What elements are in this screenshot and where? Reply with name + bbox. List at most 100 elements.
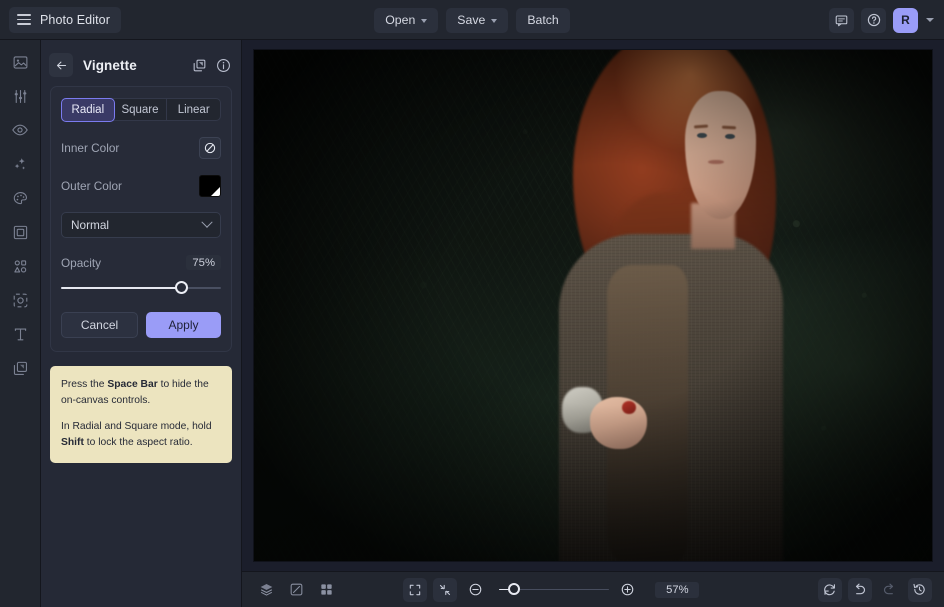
properties-panel: Vignette Radial Square Linear Inner Colo… (41, 40, 242, 607)
layers-icon (13, 361, 27, 375)
history-controls (817, 577, 932, 602)
undo-button[interactable] (847, 577, 872, 602)
rail-item-effects[interactable] (5, 152, 35, 176)
back-button[interactable] (49, 53, 73, 77)
photo-canvas[interactable] (254, 50, 932, 561)
tool-rail (0, 40, 41, 607)
rail-item-focus[interactable] (5, 288, 35, 312)
opacity-slider-handle[interactable] (174, 281, 188, 294)
blend-mode-value: Normal (71, 218, 110, 232)
outer-color-row: Outer Color (61, 175, 221, 197)
inner-color-row: Inner Color (61, 137, 221, 159)
tip-line-1-key: Space Bar (107, 379, 158, 390)
opacity-slider-fill (61, 287, 181, 290)
top-bar-center-actions: Open Save Batch (0, 0, 944, 40)
rail-item-adjustments[interactable] (5, 84, 35, 108)
save-button[interactable]: Save (446, 7, 509, 33)
rail-item-layers[interactable] (5, 356, 35, 380)
help-icon (867, 13, 880, 27)
rail-item-preview[interactable] (5, 118, 35, 142)
no-color-icon (204, 142, 216, 154)
opacity-label: Opacity (61, 255, 101, 270)
apply-button[interactable]: Apply (146, 312, 221, 338)
panel-header: Vignette (41, 46, 241, 84)
shape-option-radial[interactable]: Radial (60, 97, 116, 122)
opacity-value[interactable]: 75% (186, 255, 221, 270)
shapes-icon (13, 259, 26, 272)
tip-line-2-prefix: In Radial and Square mode, hold (61, 420, 212, 432)
zoom-slider[interactable] (499, 582, 610, 597)
chevron-down-icon (421, 18, 428, 23)
panel-header-actions (192, 58, 231, 73)
canvas-area[interactable] (242, 40, 944, 571)
palette-icon (13, 191, 27, 204)
eye-icon (12, 124, 28, 136)
zoom-level-value[interactable]: 57% (655, 581, 700, 598)
opacity-slider[interactable] (61, 281, 221, 295)
top-bar: Photo Editor Open Save Batch R (0, 0, 944, 40)
photo-editor-app: Photo Editor Open Save Batch R Vignette … (0, 0, 944, 607)
tip-line-2-suffix: to lock the aspect ratio. (83, 436, 193, 448)
layers-stack-icon (260, 584, 272, 596)
top-bar-right-actions: R (829, 0, 934, 40)
batch-button-label: Batch (527, 13, 559, 27)
app-title: Photo Editor (40, 12, 110, 27)
comment-icon (835, 15, 848, 26)
help-button[interactable] (861, 7, 886, 33)
rail-item-shapes[interactable] (5, 254, 35, 278)
shape-option-square[interactable]: Square (114, 99, 168, 120)
reset-icon (824, 584, 836, 596)
grid-view-button[interactable] (314, 578, 338, 602)
open-button-label: Open (385, 13, 416, 27)
chevron-down-icon (491, 18, 498, 23)
reset-button[interactable] (817, 577, 842, 602)
info-button[interactable] (216, 58, 231, 73)
zoom-out-icon (469, 583, 482, 596)
user-avatar[interactable]: R (893, 7, 918, 33)
blend-mode-select[interactable]: Normal (61, 212, 221, 238)
compare-button[interactable] (284, 578, 308, 602)
undo-icon (856, 583, 866, 595)
actual-size-button[interactable] (433, 577, 458, 602)
fit-screen-button[interactable] (403, 577, 428, 602)
vignette-shape-segmented-control: Radial Square Linear (60, 97, 221, 122)
zoom-in-icon (621, 583, 634, 596)
history-button[interactable] (907, 577, 932, 602)
rail-item-palette[interactable] (5, 186, 35, 210)
save-button-label: Save (457, 13, 486, 27)
effects-icon (14, 157, 25, 170)
focus-icon (13, 293, 27, 307)
open-button[interactable]: Open (374, 7, 439, 33)
inner-color-swatch[interactable] (199, 137, 221, 159)
rail-item-text[interactable] (5, 322, 35, 346)
layers-panel-button[interactable] (254, 578, 278, 602)
zoom-in-button[interactable] (615, 578, 639, 602)
zoom-out-button[interactable] (463, 578, 487, 602)
account-chevron-down-icon[interactable] (926, 18, 934, 22)
compare-icon (290, 583, 302, 596)
actual-size-icon (440, 584, 451, 595)
redo-button[interactable] (878, 578, 902, 602)
info-icon (217, 58, 230, 72)
duplicate-button[interactable] (192, 58, 207, 73)
app-menu-button[interactable]: Photo Editor (9, 6, 121, 33)
rail-item-frame[interactable] (5, 220, 35, 244)
hamburger-icon (17, 14, 31, 25)
action-buttons: Cancel Apply (61, 312, 221, 338)
chevron-down-icon (201, 216, 213, 228)
vignette-preview-overlay (254, 50, 932, 561)
redo-icon (884, 583, 894, 595)
shape-option-linear[interactable]: Linear (167, 99, 220, 120)
fit-screen-icon (410, 584, 421, 595)
frame-icon (13, 225, 27, 239)
comment-button[interactable] (829, 7, 854, 33)
tip-line-2: In Radial and Square mode, hold Shift to… (61, 419, 221, 451)
rail-item-image[interactable] (5, 50, 35, 74)
zoom-slider-handle[interactable] (507, 582, 520, 595)
tip-line-1-prefix: Press the (61, 379, 108, 390)
tip-callout: Press the Space Bar to hide the on-canva… (50, 366, 232, 463)
cancel-button[interactable]: Cancel (61, 312, 138, 338)
outer-color-swatch[interactable] (199, 175, 221, 197)
zoom-controls: 57% (403, 577, 700, 602)
batch-button[interactable]: Batch (516, 7, 570, 33)
